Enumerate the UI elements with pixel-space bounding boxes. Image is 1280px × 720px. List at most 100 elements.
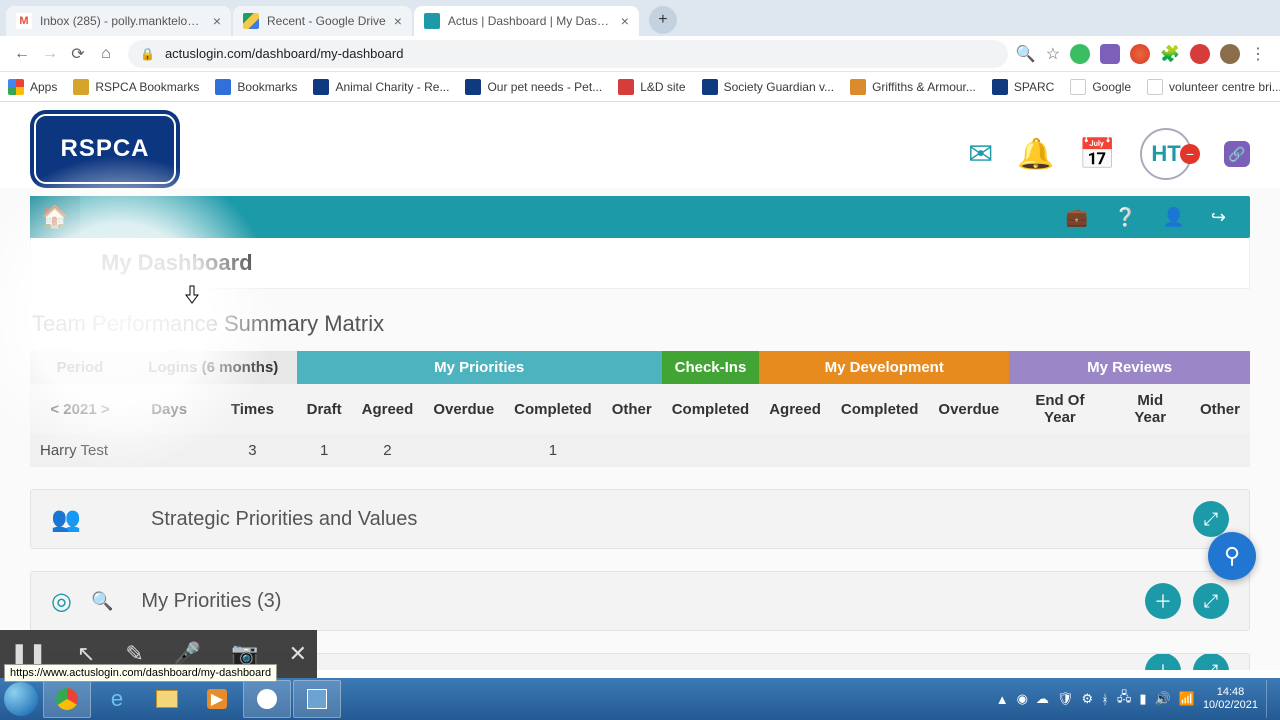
- taskbar-app[interactable]: [243, 680, 291, 718]
- people-icon: 👥: [51, 505, 91, 534]
- col-overdue: Overdue: [928, 384, 1009, 434]
- tray-sound-icon[interactable]: ⚙: [1081, 691, 1093, 707]
- bookmark-item[interactable]: RSPCA Bookmarks: [73, 79, 199, 95]
- card-title: Strategic Priorities and Values: [151, 508, 417, 531]
- browser-tab-strip: M Inbox (285) - polly.manktelow@ × Recen…: [0, 0, 1280, 36]
- bookmark-item[interactable]: volunteer centre bri...: [1147, 79, 1280, 95]
- taskbar-chrome[interactable]: [43, 680, 91, 718]
- expand-icon[interactable]: ⤢: [1193, 501, 1229, 537]
- google-icon: [1070, 79, 1086, 95]
- col-group-period: Period: [30, 351, 130, 384]
- col-end-of-year: End Of Year: [1009, 384, 1110, 434]
- add-icon[interactable]: ＋: [1145, 583, 1181, 619]
- close-tab-icon[interactable]: ×: [394, 13, 402, 29]
- bookmark-item[interactable]: Griffiths & Armour...: [850, 79, 976, 95]
- section-heading: Team Performance Summary Matrix: [32, 311, 1248, 337]
- tray-wifi-icon[interactable]: 📶: [1179, 691, 1195, 707]
- col-overdue: Overdue: [423, 384, 504, 434]
- browser-tab-active[interactable]: Actus | Dashboard | My Dashboa ×: [414, 6, 639, 36]
- card-title: My Priorities (3): [141, 590, 281, 613]
- browser-tab[interactable]: Recent - Google Drive ×: [233, 6, 412, 36]
- col-times: Times: [208, 384, 296, 434]
- extension-icon[interactable]: [1100, 44, 1120, 64]
- cell-name: Harry Test: [30, 434, 130, 467]
- close-tab-icon[interactable]: ×: [621, 13, 629, 29]
- chrome-menu-icon[interactable]: ⋮: [1250, 44, 1266, 64]
- add-icon[interactable]: ＋: [1145, 653, 1181, 670]
- tray-cloud-icon[interactable]: ☁: [1036, 691, 1049, 707]
- close-tab-icon[interactable]: ×: [213, 13, 221, 29]
- rspca-logo[interactable]: RSPCA: [30, 110, 180, 188]
- site-icon: [618, 79, 634, 95]
- bookmarks-bar: Apps RSPCA Bookmarks Bookmarks Animal Ch…: [0, 72, 1280, 102]
- col-period-year[interactable]: < 2021 >: [30, 384, 130, 434]
- home-button[interactable]: ⌂: [92, 40, 120, 68]
- app-link-icon[interactable]: 🔗: [1224, 141, 1250, 167]
- forward-button[interactable]: →: [36, 40, 64, 68]
- zoom-icon[interactable]: 🔍: [1016, 44, 1036, 64]
- extensions-menu-icon[interactable]: 🧩: [1160, 44, 1180, 64]
- user-icon[interactable]: 👤: [1162, 207, 1184, 228]
- card-strategic-priorities[interactable]: 👥 Strategic Priorities and Values ⤢: [30, 489, 1250, 549]
- briefcase-icon[interactable]: 💼: [1066, 207, 1088, 228]
- col-group-checkins[interactable]: Check-Ins: [662, 351, 760, 384]
- extension-icon[interactable]: [1130, 44, 1150, 64]
- bookmark-item[interactable]: Our pet needs - Pet...: [465, 79, 602, 95]
- col-group-priorities[interactable]: My Priorities: [297, 351, 662, 384]
- expand-icon[interactable]: ⤢: [1193, 583, 1229, 619]
- tray-chrome-icon[interactable]: ◉: [1017, 691, 1028, 707]
- bookmark-item[interactable]: Animal Charity - Re...: [313, 79, 449, 95]
- mail-icon[interactable]: ✉: [968, 137, 993, 172]
- new-tab-button[interactable]: +: [649, 6, 677, 34]
- tray-volume-icon[interactable]: 🔊: [1155, 691, 1171, 707]
- card-my-priorities[interactable]: ◎ 🔍 My Priorities (3) ＋ ⤢: [30, 571, 1250, 631]
- taskbar-explorer[interactable]: [143, 680, 191, 718]
- status-dnd-icon: −: [1180, 144, 1200, 164]
- taskbar-app[interactable]: [293, 680, 341, 718]
- tray-chevron-icon[interactable]: ▲: [996, 692, 1009, 707]
- url-input[interactable]: 🔒 actuslogin.com/dashboard/my-dashboard: [128, 40, 1008, 68]
- accessibility-button[interactable]: ⚲: [1208, 532, 1256, 580]
- tray-battery-icon[interactable]: ▮: [1139, 691, 1146, 707]
- expand-icon[interactable]: ⤢: [1193, 653, 1229, 670]
- tray-bluetooth-icon[interactable]: ᚼ: [1101, 692, 1109, 707]
- table-row[interactable]: Harry Test 3 1 2 1: [30, 434, 1250, 467]
- profile-avatar-icon[interactable]: [1220, 44, 1240, 64]
- bookmark-apps[interactable]: Apps: [8, 79, 57, 95]
- col-group-reviews[interactable]: My Reviews: [1009, 351, 1250, 384]
- show-desktop-button[interactable]: [1266, 680, 1274, 718]
- extension-icon[interactable]: [1190, 44, 1210, 64]
- logout-icon[interactable]: ↪: [1211, 207, 1226, 228]
- tab-title: Actus | Dashboard | My Dashboa: [448, 14, 613, 28]
- url-text: actuslogin.com/dashboard/my-dashboard: [165, 46, 403, 61]
- bookmark-item[interactable]: Bookmarks: [215, 79, 297, 95]
- bookmark-item[interactable]: Society Guardian v...: [702, 79, 835, 95]
- reload-button[interactable]: ⟳: [64, 40, 92, 68]
- back-button[interactable]: ←: [8, 40, 36, 68]
- help-icon[interactable]: ❔: [1114, 207, 1136, 228]
- col-group-logins: Logins (6 months): [130, 351, 297, 384]
- nav-home-button[interactable]: 🏠: [30, 196, 80, 238]
- start-button[interactable]: [0, 678, 42, 720]
- tray-network-icon[interactable]: 🖧: [1117, 688, 1132, 710]
- col-completed: Completed: [662, 384, 760, 434]
- search-icon[interactable]: 🔍: [91, 591, 113, 612]
- tray-shield-icon[interactable]: 🛡: [1057, 691, 1074, 707]
- col-other: Other: [602, 384, 662, 434]
- col-group-development[interactable]: My Development: [759, 351, 1009, 384]
- star-icon: [215, 79, 231, 95]
- system-clock[interactable]: 14:4810/02/2021: [1203, 686, 1258, 712]
- browser-tab[interactable]: M Inbox (285) - polly.manktelow@ ×: [6, 6, 231, 36]
- taskbar-media[interactable]: ▶: [193, 680, 241, 718]
- bookmark-item[interactable]: L&D site: [618, 79, 685, 95]
- bookmark-star-icon[interactable]: ☆: [1046, 44, 1060, 64]
- gmail-icon: M: [16, 13, 32, 29]
- bookmark-item[interactable]: Google: [1070, 79, 1131, 95]
- close-icon[interactable]: ✕: [289, 641, 307, 667]
- taskbar-ie[interactable]: e: [93, 680, 141, 718]
- site-icon: [465, 79, 481, 95]
- calendar-check-icon[interactable]: 📅: [1079, 137, 1116, 172]
- bell-icon[interactable]: 🔔: [1017, 137, 1054, 172]
- bookmark-item[interactable]: SPARC: [992, 79, 1054, 95]
- extension-icon[interactable]: [1070, 44, 1090, 64]
